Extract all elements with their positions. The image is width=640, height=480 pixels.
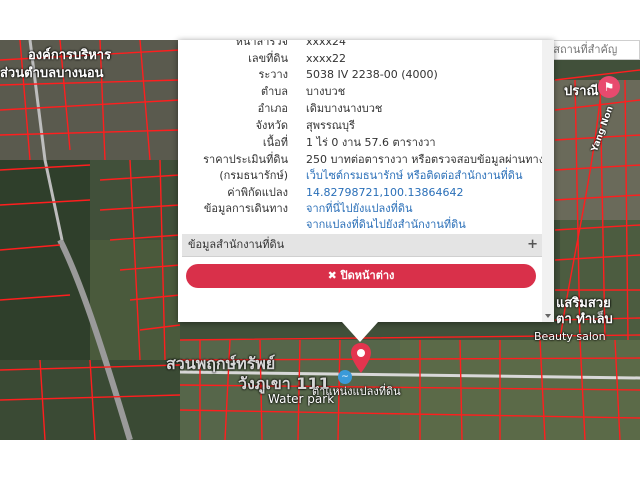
hotel-icon: ⚑: [598, 76, 620, 98]
info-label: ค่าพิกัดแปลง: [227, 186, 288, 199]
info-row-land-no: เลขที่ดิน xxxx22: [178, 51, 542, 67]
info-value: 5038 IV 2238-00 (4000): [306, 68, 438, 81]
info-row-district: อำเภอ เดิมบางนางบวช: [178, 101, 542, 117]
info-value: บางบวช: [306, 85, 346, 98]
info-row-subdistrict: ตำบล บางบวช: [178, 84, 542, 100]
popup-scrollbar[interactable]: [542, 40, 554, 322]
info-row-area: เนื้อที่ 1 ไร่ 0 งาน 57.6 ตารางวา: [178, 135, 542, 151]
info-row-province: จังหวัด สุพรรณบุรี: [178, 118, 542, 134]
parcel-info-popup: หน้าสำรวจ xxxx24 เลขที่ดิน xxxx22 ระวาง 503…: [178, 40, 554, 322]
info-value: 1 ไร่ 0 งาน 57.6 ตารางวา: [306, 136, 436, 149]
info-label: ข้อมูลการเดินทาง: [203, 202, 288, 215]
map-label-beauty-2: ตา ทำเล็บ: [556, 312, 613, 327]
info-label: จังหวัด: [255, 119, 288, 132]
map-label-place-top-right: ปราณี: [564, 84, 599, 99]
info-label: เนื้อที่: [262, 136, 288, 149]
info-value: สุพรรณบุรี: [306, 119, 355, 132]
info-row-price: ราคาประเมินที่ดิน 250 บาทต่อตารางวา หรือต…: [178, 152, 542, 168]
info-row-treasury: (กรมธนารักษ์) เว็บไซต์กรมธนารักษ์ หรือติด…: [178, 168, 542, 184]
close-button-label: ปิดหน้าต่าง: [340, 269, 395, 282]
info-row-coords: ค่าพิกัดแปลง 14.82798721,100.13864642: [178, 185, 542, 201]
map-label-pin: ตำแหน่งแปลงที่ดิน: [312, 385, 401, 398]
parcel-info-content[interactable]: หน้าสำรวจ xxxx24 เลขที่ดิน xxxx22 ระวาง 503…: [178, 40, 542, 322]
info-row-survey: หน้าสำรวจ xxxx24: [178, 40, 542, 50]
map-label-sao-2: ส่วนตำบลบางนอน: [0, 66, 104, 81]
info-row-travel-2: จากแปลงที่ดินไปยังสำนักงานที่ดิน: [178, 217, 542, 233]
info-row-travel: ข้อมูลการเดินทาง จากที่นี่ไปยังแปลงที่ดิน: [178, 201, 542, 217]
map-label-beauty-3: Beauty salon: [534, 330, 606, 343]
directions-to-office-link[interactable]: จากแปลงที่ดินไปยังสำนักงานที่ดิน: [306, 217, 466, 233]
info-label: เลขที่ดิน: [248, 52, 288, 65]
expand-plus-icon: +: [527, 237, 538, 252]
info-row-sheet: ระวาง 5038 IV 2238-00 (4000): [178, 67, 542, 83]
info-label: (กรมธนารักษ์): [219, 169, 288, 182]
info-label: ตำบล: [260, 85, 288, 98]
directions-to-parcel-link[interactable]: จากที่นี่ไปยังแปลงที่ดิน: [306, 201, 412, 217]
map-pin-icon[interactable]: [351, 343, 371, 373]
info-label: หน้าสำรวจ: [235, 40, 288, 48]
info-label: ระวาง: [258, 68, 288, 81]
info-label: อำเภอ: [257, 102, 288, 115]
info-value: xxxx24: [306, 40, 347, 48]
land-office-section-toggle[interactable]: ข้อมูลสำนักงานที่ดิน +: [182, 234, 542, 257]
close-icon: ✖: [327, 269, 337, 282]
treasury-website-link[interactable]: เว็บไซต์กรมธนารักษ์ หรือติดต่อสำนักงานที…: [306, 168, 522, 184]
info-value: 250 บาทต่อตารางวา หรือตรวจสอบข้อมูลผ่านท…: [306, 153, 542, 166]
info-value: เดิมบางนางบวช: [306, 102, 383, 115]
scroll-down-arrow-icon[interactable]: [545, 314, 551, 318]
info-label: ราคาประเมินที่ดิน: [203, 153, 288, 166]
coordinates-link[interactable]: 14.82798721,100.13864642: [306, 185, 463, 201]
close-window-button[interactable]: ✖ ปิดหน้าต่าง: [186, 264, 536, 288]
popup-pointer: [342, 322, 378, 342]
info-value: xxxx22: [306, 52, 347, 65]
section-label: ข้อมูลสำนักงานที่ดิน: [188, 238, 285, 251]
